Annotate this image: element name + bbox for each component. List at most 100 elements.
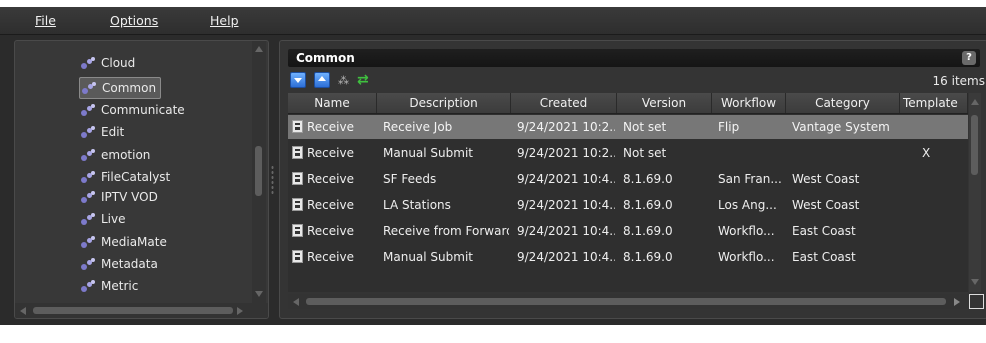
table-row[interactable]: Receive Manual Submit 9/24/2021 10:2... Not… xyxy=(288,141,968,165)
move-down-icon[interactable] xyxy=(290,72,306,88)
category-item[interactable]: emotion xyxy=(81,145,150,165)
column-header-version[interactable]: Version xyxy=(617,93,712,113)
panel-header: Common ? xyxy=(288,49,980,67)
cell-name: Receive xyxy=(307,250,354,264)
cell-workflow: San Fran... xyxy=(718,172,782,186)
scroll-down-arrow-icon[interactable] xyxy=(971,279,979,285)
cell-version: 8.1.69.0 xyxy=(623,250,673,264)
category-label: Edit xyxy=(101,125,125,139)
cell-version: 8.1.69.0 xyxy=(623,198,673,212)
category-item[interactable]: Communicate xyxy=(81,100,185,120)
column-header-name[interactable]: Name xyxy=(288,93,377,113)
category-item[interactable]: Common xyxy=(79,77,162,99)
table-row[interactable]: Receive Receive Job 9/24/2021 10:2... Not s… xyxy=(288,115,968,139)
toolbar: ⁂ ⇄ xyxy=(290,72,369,88)
category-label: Communicate xyxy=(101,103,185,117)
receive-action-icon xyxy=(292,120,303,133)
scroll-up-arrow-icon[interactable] xyxy=(971,99,979,105)
move-up-icon[interactable] xyxy=(314,72,330,88)
cell-name: Receive xyxy=(307,172,354,186)
column-header-workflow[interactable]: Workflow xyxy=(712,93,786,113)
cell-template xyxy=(922,245,966,269)
cell-description: Manual Submit xyxy=(383,146,473,160)
column-header-template[interactable]: Template xyxy=(900,93,968,113)
workflow-graph-icon[interactable]: ⁂ xyxy=(338,74,349,87)
category-item[interactable]: Edit xyxy=(81,122,124,142)
cell-created: 9/24/2021 10:4... xyxy=(517,198,615,212)
cell-category: East Coast xyxy=(792,224,856,238)
scroll-down-arrow-icon[interactable] xyxy=(255,291,263,297)
help-icon[interactable]: ? xyxy=(962,51,976,65)
table-row[interactable]: Receive LA Stations 9/24/2021 10:4... 8.1.6… xyxy=(288,193,968,217)
scroll-up-arrow-icon[interactable] xyxy=(255,46,263,52)
workflow-category-icon xyxy=(81,125,97,139)
panel-splitter[interactable] xyxy=(271,165,274,195)
scroll-left-arrow-icon[interactable] xyxy=(293,298,299,306)
menu-file[interactable]: File xyxy=(35,13,56,28)
category-item[interactable]: MediaMate xyxy=(81,232,167,252)
cell-description: Receive from Forward xyxy=(383,224,509,238)
category-label: IPTV VOD xyxy=(101,190,158,204)
category-item[interactable]: Cloud xyxy=(81,53,135,73)
category-item[interactable]: IPTV VOD xyxy=(81,187,158,207)
cell-created: 9/24/2021 10:4... xyxy=(517,224,615,238)
workflow-category-icon xyxy=(81,190,97,204)
column-header-category[interactable]: Category xyxy=(786,93,900,113)
cell-created: 9/24/2021 10:2... xyxy=(517,146,615,160)
workflow-category-icon xyxy=(81,148,97,162)
cell-name: Receive xyxy=(307,224,354,238)
scroll-corner xyxy=(969,294,984,309)
scroll-thumb[interactable] xyxy=(255,146,262,196)
cell-description: SF Feeds xyxy=(383,172,437,186)
workflow-category-icon xyxy=(81,56,97,70)
workflow-category-icon xyxy=(81,170,97,184)
workflow-category-icon xyxy=(81,279,97,293)
cell-version: 8.1.69.0 xyxy=(623,224,673,238)
table-horizontal-scrollbar[interactable] xyxy=(288,294,968,309)
job-table: Name Description Created Version Workflow Cat… xyxy=(288,93,968,292)
category-horizontal-scrollbar[interactable] xyxy=(15,303,268,318)
scroll-thumb[interactable] xyxy=(971,115,978,175)
cell-version: Not set xyxy=(623,120,667,134)
category-label: MediaMate xyxy=(101,235,167,249)
receive-action-icon xyxy=(292,198,303,211)
column-header-description[interactable]: Description xyxy=(377,93,511,113)
scroll-right-arrow-icon[interactable] xyxy=(237,307,243,315)
category-label: Common xyxy=(102,81,157,95)
cell-name: Receive xyxy=(307,146,354,160)
column-header-created[interactable]: Created xyxy=(511,93,617,113)
category-vertical-scrollbar[interactable] xyxy=(252,41,266,303)
cell-template xyxy=(922,193,966,217)
table-row[interactable]: Receive SF Feeds 9/24/2021 10:4... 8.1.69.0… xyxy=(288,167,968,191)
category-item[interactable]: Metadata xyxy=(81,254,158,274)
scroll-right-arrow-icon[interactable] xyxy=(954,298,960,306)
cell-template: X xyxy=(922,146,931,160)
category-item[interactable]: FileCatalyst xyxy=(81,167,170,187)
cell-name: Receive xyxy=(307,120,354,134)
cell-category: West Coast xyxy=(792,172,860,186)
scroll-thumb[interactable] xyxy=(306,298,946,305)
menu-options[interactable]: Options xyxy=(110,13,158,28)
category-label: Live xyxy=(101,212,126,226)
cell-created: 9/24/2021 10:4... xyxy=(517,250,615,264)
menu-help[interactable]: Help xyxy=(210,13,239,28)
table-row[interactable]: Receive Manual Submit 9/24/2021 10:4... 8.1… xyxy=(288,245,968,269)
receive-action-icon xyxy=(292,146,303,159)
category-label: FileCatalyst xyxy=(101,170,171,184)
refresh-icon[interactable]: ⇄ xyxy=(357,72,369,88)
scroll-thumb[interactable] xyxy=(33,307,233,314)
cell-category: East Coast xyxy=(792,250,856,264)
receive-action-icon xyxy=(292,250,303,263)
category-item[interactable]: Metric xyxy=(81,276,138,296)
cell-workflow: Workflo... xyxy=(718,224,775,238)
cell-workflow: Flip xyxy=(718,120,740,134)
cell-category: Vantage System xyxy=(792,120,890,134)
category-panel: Cloud Common Communicate Edit emotion FileCat… xyxy=(14,40,269,319)
scroll-left-arrow-icon[interactable] xyxy=(20,307,26,315)
table-row[interactable]: Receive Receive from Forward 9/24/2021 10:… xyxy=(288,219,968,243)
item-count: 16 items xyxy=(932,74,985,88)
top-border xyxy=(0,0,986,7)
table-vertical-scrollbar[interactable] xyxy=(969,93,981,292)
category-item[interactable]: Live xyxy=(81,209,126,229)
panel-title: Common xyxy=(296,51,355,65)
